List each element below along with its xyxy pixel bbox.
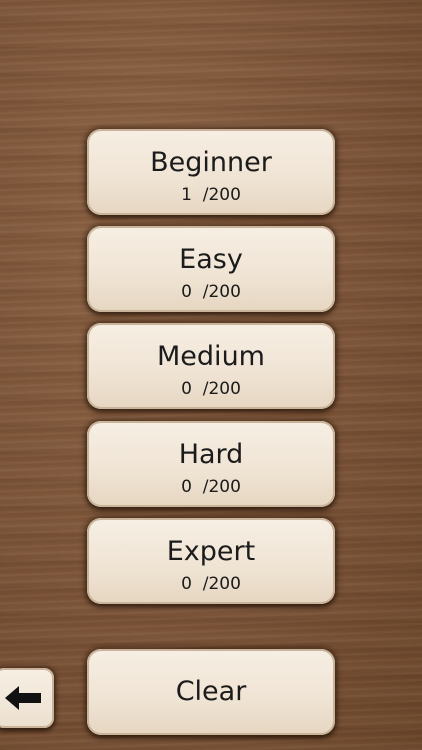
level-name: Beginner	[150, 147, 272, 178]
level-name: Medium	[157, 341, 265, 372]
level-button-hard[interactable]: Hard 0 /200	[87, 421, 335, 507]
level-button-medium[interactable]: Medium 0 /200	[87, 323, 335, 409]
level-name: Hard	[178, 439, 244, 470]
back-arrow-icon	[5, 686, 41, 710]
level-progress: 0 /200	[181, 477, 241, 497]
level-progress: 0 /200	[181, 574, 241, 594]
back-button[interactable]	[0, 668, 54, 728]
clear-button[interactable]: Clear	[87, 649, 335, 735]
level-name: Easy	[179, 244, 243, 275]
level-button-easy[interactable]: Easy 0 /200	[87, 226, 335, 312]
level-progress: 1 /200	[181, 185, 241, 205]
level-progress: 0 /200	[181, 379, 241, 399]
level-button-beginner[interactable]: Beginner 1 /200	[87, 129, 335, 215]
level-button-expert[interactable]: Expert 0 /200	[87, 518, 335, 604]
level-list: Beginner 1 /200 Easy 0 /200 Medium 0 /20…	[0, 0, 422, 750]
level-progress: 0 /200	[181, 282, 241, 302]
level-name: Expert	[166, 536, 256, 567]
